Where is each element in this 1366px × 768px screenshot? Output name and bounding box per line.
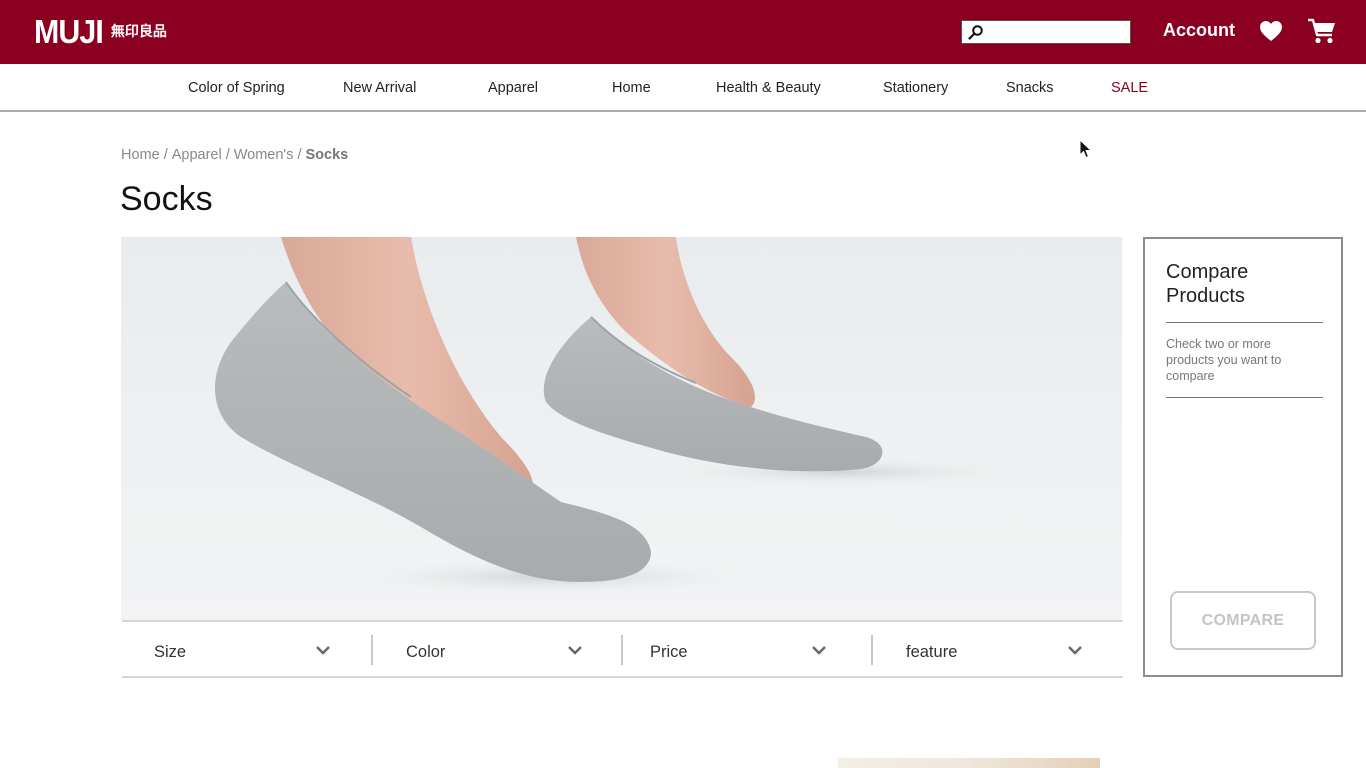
feature-filter-label: feature: [906, 643, 958, 661]
chevron-down-icon: [812, 646, 826, 655]
nav-item-home[interactable]: Home: [612, 80, 651, 96]
compare-products-panel: Compare Products Check two or more produ…: [1143, 237, 1343, 677]
nav-item-new-arrival[interactable]: New Arrival: [343, 80, 416, 96]
nav-item-apparel[interactable]: Apparel: [488, 80, 538, 96]
price-filter-label: Price: [650, 643, 688, 661]
breadcrumb-separator: /: [225, 147, 230, 163]
nav-item-health-beauty[interactable]: Health & Beauty: [716, 80, 821, 96]
heart-icon[interactable]: [1259, 20, 1283, 42]
divider: [1166, 397, 1323, 398]
breadcrumb-apparel[interactable]: Apparel: [172, 147, 222, 163]
search-input[interactable]: [988, 22, 1126, 42]
compare-button[interactable]: COMPARE: [1170, 591, 1316, 650]
compare-title: Compare Products: [1166, 261, 1249, 307]
filter-bar: Size Color Price feature: [122, 620, 1123, 678]
account-link[interactable]: Account: [1163, 20, 1235, 41]
price-filter-dropdown[interactable]: Price: [623, 622, 872, 678]
search-icon[interactable]: [968, 24, 984, 40]
top-header: MUJI 無印良品 Account: [0, 0, 1366, 64]
mouse-cursor-icon: [1079, 139, 1092, 159]
breadcrumb-home[interactable]: Home: [121, 147, 160, 163]
nav-item-sale[interactable]: SALE: [1111, 80, 1148, 96]
page-title: Socks: [120, 180, 213, 218]
breadcrumb-separator: /: [297, 147, 302, 163]
color-filter-label: Color: [406, 643, 446, 661]
chevron-down-icon: [1068, 646, 1082, 655]
socks-photo: [214, 237, 1011, 595]
chevron-down-icon: [568, 646, 582, 655]
cart-icon[interactable]: [1307, 17, 1337, 45]
nav-item-snacks[interactable]: Snacks: [1006, 80, 1054, 96]
category-nav: Color of Spring New Arrival Apparel Home…: [0, 64, 1366, 112]
chevron-down-icon: [316, 646, 330, 655]
size-filter-label: Size: [154, 643, 187, 661]
muji-logo[interactable]: MUJI 無印良品: [34, 14, 167, 50]
breadcrumb-womens[interactable]: Women's: [234, 147, 294, 163]
search-box[interactable]: [961, 20, 1131, 44]
product-image-peek: [838, 758, 1100, 768]
compare-hint: Check two or more products you want to c…: [1166, 337, 1282, 383]
logo-japanese-text: 無印良品: [110, 24, 167, 40]
feature-filter-dropdown[interactable]: feature: [873, 622, 1123, 678]
nav-item-color-of-spring[interactable]: Color of Spring: [188, 80, 285, 96]
hero-banner-image: [121, 237, 1122, 620]
size-filter-dropdown[interactable]: Size: [122, 622, 372, 678]
color-filter-dropdown[interactable]: Color: [373, 622, 622, 678]
breadcrumb: Home / Apparel / Women's / Socks: [121, 147, 348, 163]
logo-text: MUJI: [34, 13, 104, 50]
breadcrumb-current: Socks: [305, 147, 349, 163]
divider: [1166, 322, 1323, 323]
breadcrumb-separator: /: [163, 147, 168, 163]
nav-item-stationery[interactable]: Stationery: [883, 80, 948, 96]
